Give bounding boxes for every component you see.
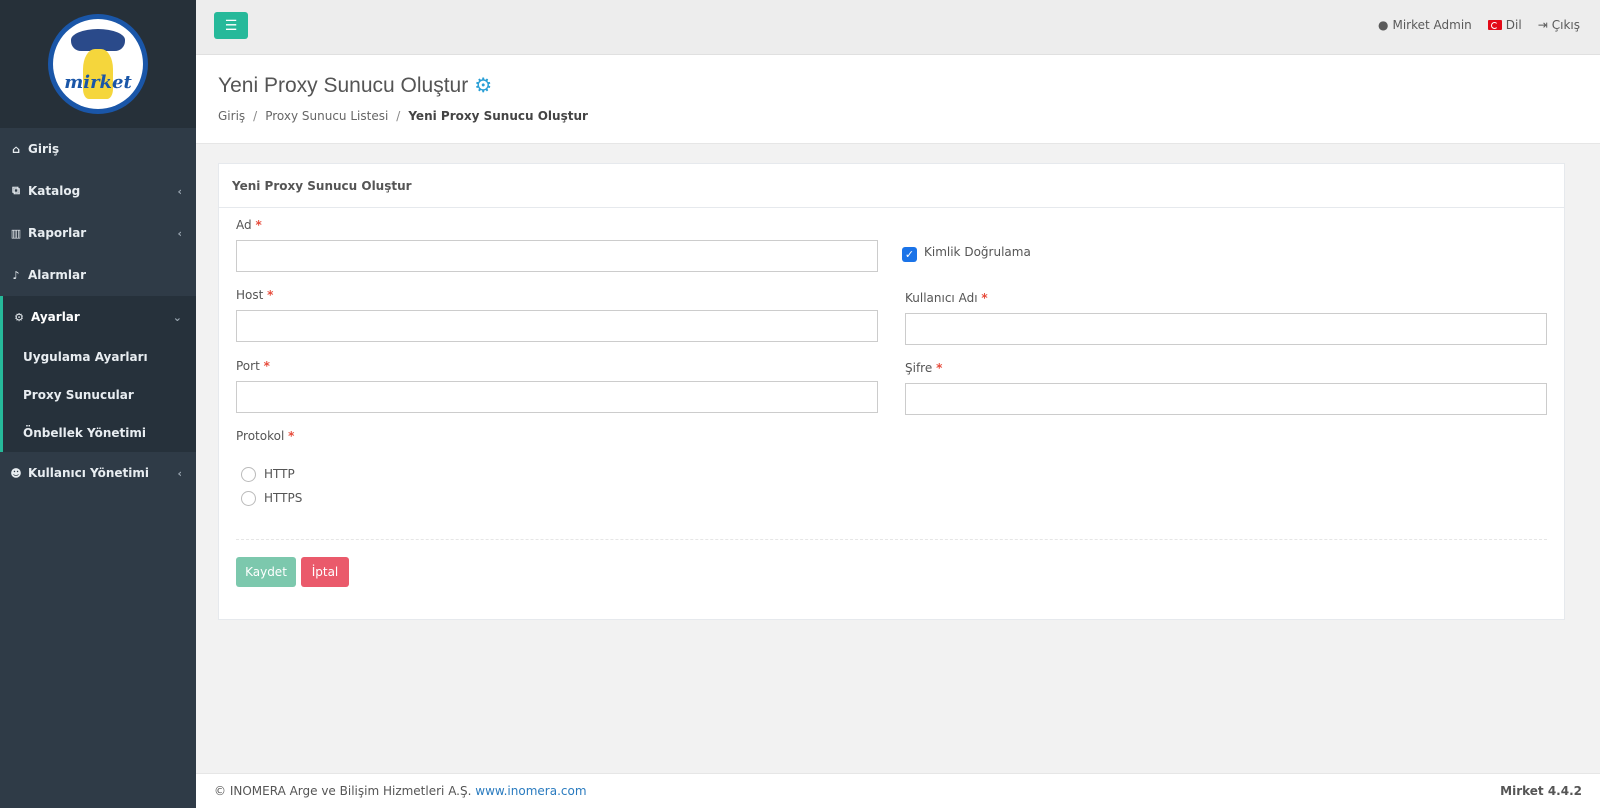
footer-copyright-block: © INOMERA Arge ve Bilişim Hizmetleri A.Ş… (214, 784, 587, 798)
required-mark: * (936, 361, 943, 375)
host-label-text: Host (236, 288, 264, 302)
check-icon: ✓ (904, 248, 915, 261)
required-mark: * (255, 218, 262, 232)
auth-checkbox[interactable]: ✓ (902, 247, 917, 262)
name-input[interactable] (236, 240, 878, 272)
sidebar-subnav-ayarlar: Uygulama Ayarları Proxy Sunucular Önbell… (0, 338, 196, 452)
sidebar-item-label: Katalog (28, 184, 81, 198)
gears-icon: ⚙ (14, 310, 24, 324)
name-label: Ad * (236, 218, 262, 232)
required-mark: * (981, 291, 988, 305)
language-label: Dil (1505, 18, 1522, 32)
protocol-https-radio[interactable] (241, 491, 256, 506)
form-panel: Yeni Proxy Sunucu Oluştur Ad * Host * Po… (218, 163, 1565, 620)
breadcrumb-item-current: Yeni Proxy Sunucu Oluştur (408, 109, 588, 123)
turkey-flag-icon (1487, 20, 1502, 30)
logo-area: mirket (0, 0, 196, 128)
sidebar-item-label: Alarmlar (28, 268, 87, 282)
breadcrumb-separator: / (396, 109, 401, 123)
port-label-text: Port (236, 359, 260, 373)
chevron-down-icon: ⌄ (172, 310, 182, 324)
host-input[interactable] (236, 310, 878, 342)
username-label: Kullanıcı Adı * (905, 291, 988, 305)
logout-link[interactable]: ⇥ Çıkış (1538, 18, 1580, 32)
footer: © INOMERA Arge ve Bilişim Hizmetleri A.Ş… (196, 773, 1600, 808)
footer-copyright: © INOMERA Arge ve Bilişim Hizmetleri A.Ş… (214, 784, 472, 798)
save-button[interactable]: Kaydet (236, 557, 296, 587)
sidebar-item-label: Kullanıcı Yönetimi (28, 466, 149, 480)
home-icon: ⌂ (12, 142, 20, 156)
auth-label[interactable]: Kimlik Doğrulama (924, 245, 1031, 259)
logout-label: Çıkış (1551, 18, 1580, 32)
password-label-text: Şifre (905, 361, 933, 375)
user-menu[interactable]: ● Mirket Admin (1378, 18, 1472, 32)
sidebar-item-raporlar[interactable]: ▥ Raporlar ‹ (0, 212, 196, 254)
username-input[interactable] (905, 313, 1547, 345)
sidebar-item-ayarlar[interactable]: ⚙ Ayarlar ⌄ (0, 296, 196, 338)
user-name: Mirket Admin (1392, 18, 1472, 32)
top-navbar: ☰ ● Mirket Admin Dil ⇥ Çıkış (196, 0, 1600, 55)
port-input[interactable] (236, 381, 878, 413)
cancel-button[interactable]: İptal (301, 557, 349, 587)
sidebar-item-label: Ayarlar (31, 310, 80, 324)
page-title: Yeni Proxy Sunucu Oluştur ⚙ (218, 73, 492, 98)
password-label: Şifre * (905, 361, 942, 375)
logo-text: mirket (64, 72, 132, 93)
sidebar-item-alarmlar[interactable]: ♪ Alarmlar (0, 254, 196, 296)
mirket-logo[interactable]: mirket (48, 14, 148, 114)
sidebar-item-proxy-sunucular[interactable]: Proxy Sunucular (3, 376, 196, 414)
sitemap-icon: ⧉ (12, 184, 20, 197)
protocol-http-radio[interactable] (241, 467, 256, 482)
required-mark: * (263, 359, 270, 373)
sidebar: mirket ⌂ Giriş ⧉ Katalog ‹ ▥ Raporlar ‹ … (0, 0, 196, 808)
gears-icon: ⚙ (474, 75, 493, 97)
chart-icon: ▥ (10, 226, 22, 240)
footer-link[interactable]: www.inomera.com (475, 784, 586, 798)
required-mark: * (288, 429, 295, 443)
sidebar-item-label: Raporlar (28, 226, 87, 240)
protocol-label-text: Protokol (236, 429, 285, 443)
name-label-text: Ad (236, 218, 252, 232)
language-menu[interactable]: Dil (1487, 18, 1522, 32)
sidebar-item-label: Giriş (28, 142, 60, 156)
users-icon: ☻ (10, 466, 22, 480)
protocol-label: Protokol * (236, 429, 294, 443)
username-label-text: Kullanıcı Adı (905, 291, 978, 305)
sign-out-icon: ⇥ (1537, 18, 1548, 32)
breadcrumb: Giriş / Proxy Sunucu Listesi / Yeni Prox… (218, 109, 588, 123)
page-header: Yeni Proxy Sunucu Oluştur ⚙ Giriş / Prox… (196, 55, 1600, 144)
chevron-left-icon: ‹ (177, 226, 182, 240)
app-version: Mirket 4.4.2 (1500, 784, 1582, 798)
sidebar-item-giris[interactable]: ⌂ Giriş (0, 128, 196, 170)
chevron-left-icon: ‹ (177, 466, 182, 480)
page-title-text: Yeni Proxy Sunucu Oluştur (218, 73, 469, 97)
breadcrumb-separator: / (253, 109, 258, 123)
bell-icon: ♪ (12, 268, 20, 282)
breadcrumb-item-giris[interactable]: Giriş (218, 109, 245, 123)
sidebar-item-onbellek-yonetimi[interactable]: Önbellek Yönetimi (3, 414, 196, 452)
sidebar-nav: ⌂ Giriş ⧉ Katalog ‹ ▥ Raporlar ‹ ♪ Alarm… (0, 128, 196, 494)
required-mark: * (267, 288, 274, 302)
sidebar-item-katalog[interactable]: ⧉ Katalog ‹ (0, 170, 196, 212)
breadcrumb-item-proxy-list[interactable]: Proxy Sunucu Listesi (265, 109, 388, 123)
menu-toggle-button[interactable]: ☰ (214, 12, 248, 39)
panel-title: Yeni Proxy Sunucu Oluştur (219, 164, 1564, 208)
chevron-left-icon: ‹ (177, 184, 182, 198)
user-icon: ● (1377, 18, 1389, 32)
form-divider (236, 539, 1547, 540)
host-label: Host * (236, 288, 273, 302)
protocol-http-label[interactable]: HTTP (264, 467, 295, 481)
protocol-https-label[interactable]: HTTPS (264, 491, 302, 505)
top-right-menu: ● Mirket Admin Dil ⇥ Çıkış (1378, 18, 1580, 32)
sidebar-item-uygulama-ayarlari[interactable]: Uygulama Ayarları (3, 338, 196, 376)
hamburger-icon: ☰ (224, 17, 238, 34)
port-label: Port * (236, 359, 270, 373)
password-input[interactable] (905, 383, 1547, 415)
sidebar-item-kullanici-yonetimi[interactable]: ☻ Kullanıcı Yönetimi ‹ (0, 452, 196, 494)
